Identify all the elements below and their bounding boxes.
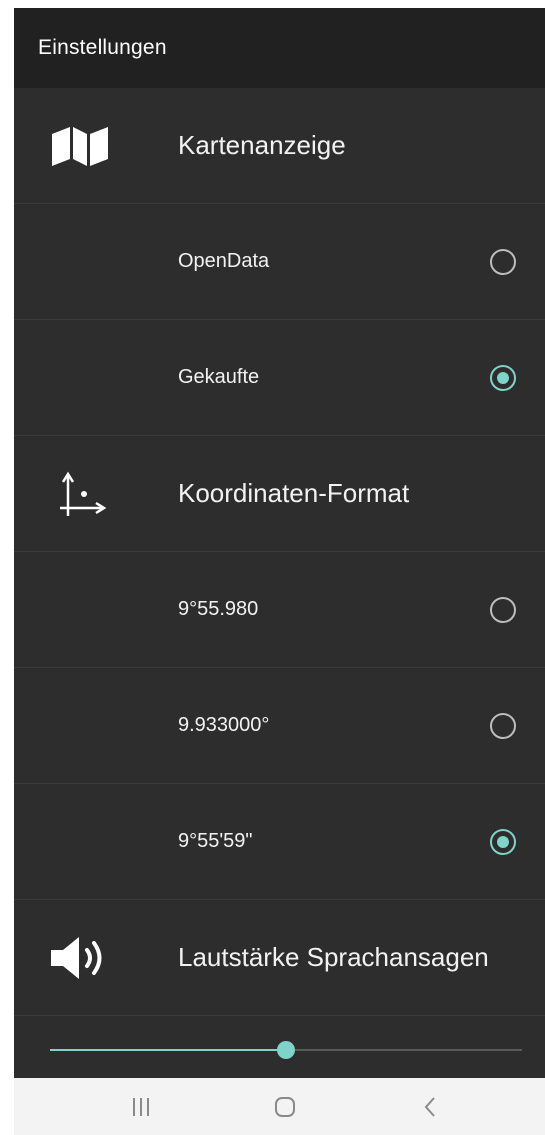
volume-slider-fill [50,1049,286,1051]
home-icon[interactable] [273,1095,297,1119]
section-header-coordinate-format: Koordinaten-Format [14,436,545,552]
section-header-map-display: Kartenanzeige [14,88,545,204]
radio-decimal-degrees[interactable] [490,712,516,739]
option-label-decimal-degrees: 9.933000° [178,714,270,736]
section-label-map-display: Kartenanzeige [178,130,346,160]
option-row-decimal-degrees[interactable]: 9.933000° [14,668,545,784]
radio-degrees-minutes[interactable] [490,596,516,623]
speaker-icon [48,933,112,983]
radio-opendata[interactable] [490,248,516,275]
option-row-degrees-minutes[interactable]: 9°55.980 [14,552,545,668]
recent-apps-icon[interactable] [129,1096,153,1118]
settings-screen: Einstellungen Kartenanzeige OpenData Gek… [14,8,545,1135]
system-navigation-bar [14,1078,545,1135]
volume-slider-thumb[interactable] [277,1041,295,1059]
radio-gekaufte[interactable] [490,364,516,391]
app-toolbar: Einstellungen [14,8,545,88]
option-label-degrees-minutes-seconds: 9°55'59" [178,830,253,852]
page-title: Einstellungen [38,36,167,59]
section-label-coordinate-format: Koordinaten-Format [178,478,410,508]
volume-slider[interactable] [14,1018,545,1082]
radio-degrees-minutes-seconds[interactable] [490,828,516,855]
option-row-degrees-minutes-seconds[interactable]: 9°55'59" [14,784,545,900]
section-label-voice-volume: Lautstärke Sprachansagen [178,942,489,972]
option-row-opendata[interactable]: OpenData [14,204,545,320]
option-label-degrees-minutes: 9°55.980 [178,598,259,620]
section-header-voice-volume: Lautstärke Sprachansagen [14,900,545,1016]
map-icon [48,121,112,171]
option-label-gekaufte: Gekaufte [178,366,260,388]
option-row-gekaufte[interactable]: Gekaufte [14,320,545,436]
axes-icon [48,469,112,519]
option-label-opendata: OpenData [178,250,270,272]
back-icon[interactable] [421,1095,439,1119]
volume-slider-track[interactable] [50,1041,522,1059]
